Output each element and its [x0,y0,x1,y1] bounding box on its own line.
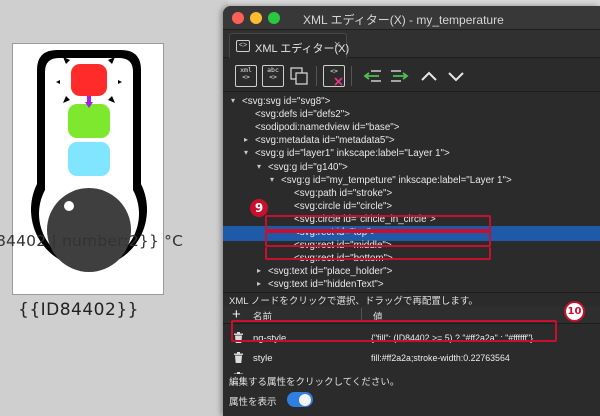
expanded-arrow-icon[interactable]: ▾ [244,148,248,157]
rect-middle [68,104,110,138]
attribute-value[interactable]: fill:#ff2a2a;stroke-width:0.22763564 [371,353,510,363]
xml-tree-node-label: <svg:g id="layer1" inkscape:label="Layer… [255,148,450,160]
minimize-window-button[interactable] [250,12,262,24]
unindent-node-button[interactable] [362,65,384,87]
toggle-knob [299,393,311,406]
xml-tree-node-label: <svg:metadata id="metadata5"> [255,135,395,147]
annotation-box-ng-style [231,320,557,342]
new-text-node-icon: abc <> [267,66,279,81]
attribute-row[interactable]: style fill:#ff2a2a;stroke-width:0.2276356… [223,347,600,369]
xml-tree-node-label: <svg:defs id="defs2"> [255,109,350,121]
annotation-badge-10: 10 [564,301,585,322]
page-id-label: {{ID84402}} [18,300,139,320]
collapsed-arrow-icon[interactable]: ▸ [244,135,248,144]
new-element-node-button[interactable]: xml <> [235,65,257,87]
duplicate-node-button[interactable] [288,65,310,87]
xml-toolbar: xml <> abc <> <> [223,58,600,92]
rect-top [71,64,107,96]
chevron-up-icon [421,71,437,81]
delete-node-button[interactable]: <> [323,65,345,87]
attribute-edit-hint: 編集する属性をクリックしてください。 [223,374,600,388]
annotation-box-top [265,215,491,231]
collapsed-arrow-icon[interactable]: ▸ [257,266,261,275]
lower-node-button[interactable] [445,65,467,87]
xml-tree-node-label: <sodipodi:namedview id="base"> [255,122,400,134]
new-text-node-button[interactable]: abc <> [262,65,284,87]
unindent-icon [363,70,381,82]
attribute-name[interactable]: style [253,353,273,364]
collapsed-arrow-icon[interactable]: ▸ [257,279,261,288]
toolbar-separator [351,66,352,86]
expanded-arrow-icon[interactable]: ▾ [231,96,235,105]
thermometer-drawing[interactable] [13,44,165,296]
close-window-button[interactable] [232,12,244,24]
indent-node-button[interactable] [388,65,410,87]
drawing-canvas[interactable]: 84402 | number:2}} °C {{ID84402}} [0,0,228,416]
xml-editor-window: XML エディター(X) - my_temperature <> XML エディ… [223,6,600,416]
bulb-highlight [64,201,74,211]
xml-tree-node-label: <svg:path id="stroke"> [294,187,393,199]
delete-x-icon [334,77,343,86]
tree-hint: XML ノードをクリックで選択、ドラッグで再配置します。 [223,292,600,307]
rect-bottom [68,142,110,176]
zoom-window-button[interactable] [268,12,280,24]
xml-tree-node-label: <svg:svg id="svg8"> [242,96,331,107]
xml-tree-node-label: <svg:g id="g140"> [268,161,348,173]
xml-tree-node-label: <svg:text id="hiddenText"> [268,279,384,291]
bulb-circle [47,188,131,272]
annotation-box-bottom [265,247,491,260]
thermometer-overlay-text: 84402 | number:2}} °C [0,232,184,250]
expanded-arrow-icon[interactable]: ▾ [270,175,274,184]
show-attributes-toggle[interactable] [287,392,313,407]
window-title: XML エディター(X) - my_temperature [303,13,504,27]
tab-xml-editor[interactable]: <> XML エディター(X) × [229,33,349,58]
title-bar[interactable]: XML エディター(X) - my_temperature [223,6,600,30]
tab-close-icon[interactable]: × [334,39,340,51]
show-attributes-label: 属性を表示 [229,397,277,408]
chevron-down-icon [448,72,464,82]
tab-bar: <> XML エディター(X) × [223,30,600,58]
xml-node-tree[interactable]: ▾ <svg:svg id="svg8"> <svg:defs id="defs2"… [223,92,600,290]
trash-icon[interactable] [234,352,243,363]
xml-editor-icon: <> [236,40,250,52]
annotation-box-middle [265,231,491,247]
xml-tree-node-label: <svg:circle id="circle"> [294,200,393,212]
xml-tree-node-label: <svg:g id="my_tempeture" inkscape:label=… [281,174,512,186]
duplicate-node-icon [290,67,308,85]
xml-tree-node-label: <svg:text id="place_holder"> [268,266,393,278]
toolbar-separator [316,66,317,86]
indent-icon [391,70,409,82]
attributes-footer: 属性を表示 [223,388,600,416]
expanded-arrow-icon[interactable]: ▾ [257,162,261,171]
raise-node-button[interactable] [418,65,440,87]
document-page[interactable] [12,43,164,295]
new-element-node-icon: xml <> [240,66,252,81]
